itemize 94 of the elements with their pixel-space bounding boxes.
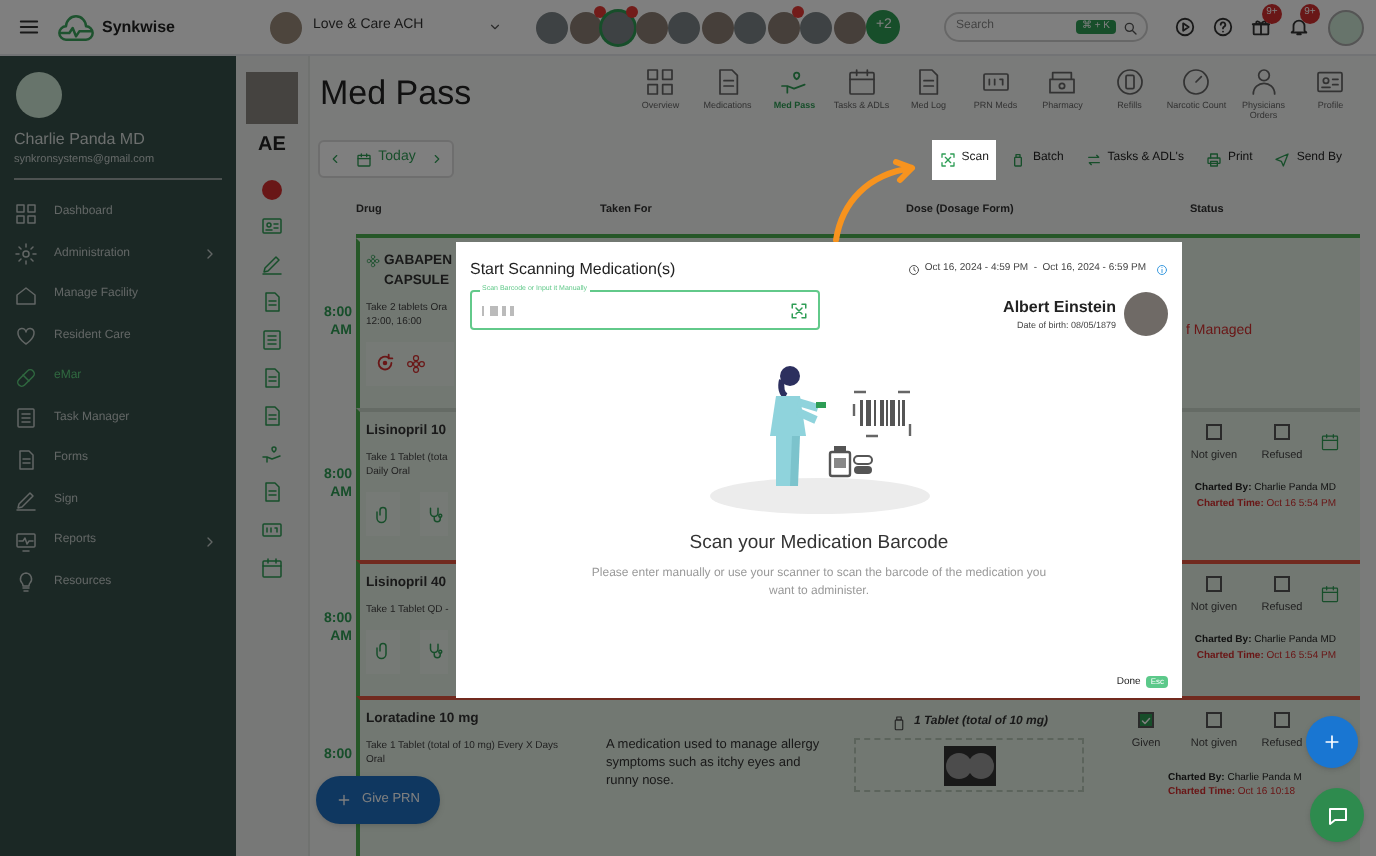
staff-avatar[interactable] <box>602 11 635 43</box>
staff-avatar[interactable] <box>767 11 800 43</box>
help-icon[interactable] <box>1212 16 1234 38</box>
printer-icon <box>1205 151 1222 168</box>
staff-avatar[interactable] <box>635 11 668 43</box>
flower-icon <box>366 253 380 268</box>
dashboard-icon <box>14 201 38 225</box>
attachment-button[interactable] <box>366 629 400 674</box>
flower-icon[interactable] <box>406 353 426 374</box>
chat-icon <box>1325 803 1349 827</box>
status-checkbox[interactable] <box>1274 575 1290 592</box>
house-icon <box>14 283 38 307</box>
pill-bottle-icon <box>889 714 908 733</box>
calendar-icon <box>356 151 373 168</box>
calendar-icon[interactable] <box>260 556 284 580</box>
previous-icon[interactable] <box>328 152 342 167</box>
calendar-icon[interactable] <box>1320 583 1340 604</box>
staff-avatar[interactable] <box>800 11 833 43</box>
scan-icon <box>939 151 956 168</box>
paperclip-icon <box>374 505 392 524</box>
document-icon[interactable] <box>260 366 284 390</box>
scan-icon[interactable] <box>790 301 808 319</box>
play-icon[interactable] <box>1174 16 1196 38</box>
monitor-icon <box>14 529 38 553</box>
document-icon <box>14 447 38 471</box>
status-checkbox[interactable] <box>1138 712 1154 729</box>
stethoscope-button[interactable] <box>420 629 448 674</box>
light-bulb-icon <box>14 570 38 594</box>
status-checkbox[interactable] <box>1206 712 1222 729</box>
staff-avatar[interactable] <box>569 11 602 43</box>
stethoscope-icon <box>425 505 443 524</box>
user-avatar <box>16 72 62 118</box>
info-icon[interactable] <box>1156 264 1168 276</box>
document-icon[interactable] <box>260 404 284 428</box>
pen-icon[interactable] <box>260 252 284 276</box>
id-card-icon[interactable] <box>260 214 284 238</box>
app-name: Synkwise <box>102 15 175 39</box>
resident-initials: AE <box>258 132 286 160</box>
check-icon <box>1140 713 1152 728</box>
staff-avatar[interactable] <box>701 11 734 43</box>
staff-avatar[interactable] <box>833 11 866 43</box>
gift-icon[interactable] <box>1250 16 1272 38</box>
medical-cross-icon[interactable] <box>262 180 282 200</box>
hand-heart-icon[interactable] <box>260 442 284 466</box>
status-checkbox[interactable] <box>1206 575 1222 592</box>
refresh-icon[interactable] <box>374 352 396 375</box>
bell-icon[interactable] <box>1288 16 1310 38</box>
staff-avatar[interactable] <box>734 11 767 43</box>
user-name: Charlie Panda MD <box>14 128 147 152</box>
list-icon <box>14 406 38 430</box>
status-checkbox[interactable] <box>1206 424 1222 441</box>
attachment-button[interactable] <box>366 492 400 537</box>
calendar-icon <box>845 66 878 99</box>
send-icon <box>1274 151 1291 168</box>
swap-arrows-icon <box>1085 151 1102 168</box>
stethoscope-icon <box>425 642 443 661</box>
pen-icon <box>14 488 38 512</box>
heart-icon <box>14 324 38 348</box>
pill-photo-placeholder <box>943 745 995 786</box>
plus-icon <box>336 792 353 808</box>
chevron-icon <box>202 246 218 262</box>
store-icon <box>1046 66 1079 99</box>
user-avatar[interactable] <box>1328 9 1364 45</box>
facility-photo-placeholder <box>270 11 303 43</box>
plus-icon <box>1322 732 1342 752</box>
gear-icon <box>14 242 38 266</box>
dialog-heading: Scan your Medication Barcode <box>687 530 951 558</box>
staff-avatar[interactable] <box>668 11 701 43</box>
resident-name: Albert Einstein <box>1003 295 1116 320</box>
stethoscope-button[interactable] <box>420 492 448 537</box>
hand-heart-icon <box>778 66 811 99</box>
list-icon[interactable] <box>260 328 284 352</box>
page-title: Med Pass <box>320 72 472 117</box>
document-icon[interactable] <box>260 290 284 314</box>
person-icon <box>1247 66 1280 99</box>
status-checkbox[interactable] <box>1274 712 1290 729</box>
calendar-icon[interactable] <box>1320 432 1340 453</box>
clock-icon <box>908 264 921 276</box>
resident-photo-placeholder <box>246 72 298 124</box>
grid-icon <box>644 66 677 99</box>
tag-icon[interactable] <box>260 518 284 542</box>
caret-icon <box>488 20 503 34</box>
dialog-title: Start Scanning Medication(s) <box>470 258 676 282</box>
paperclip-icon <box>374 642 392 661</box>
document-icon[interactable] <box>260 480 284 504</box>
chevron-icon <box>202 533 218 549</box>
gauge-icon <box>1180 66 1213 99</box>
search-icon <box>1122 19 1138 35</box>
resident-avatar <box>1124 292 1168 336</box>
next-icon[interactable] <box>430 152 444 167</box>
status-checkbox[interactable] <box>1274 424 1290 441</box>
menu-icon[interactable] <box>18 16 40 38</box>
pill-icon <box>14 365 38 389</box>
staff-avatar[interactable] <box>536 11 569 43</box>
